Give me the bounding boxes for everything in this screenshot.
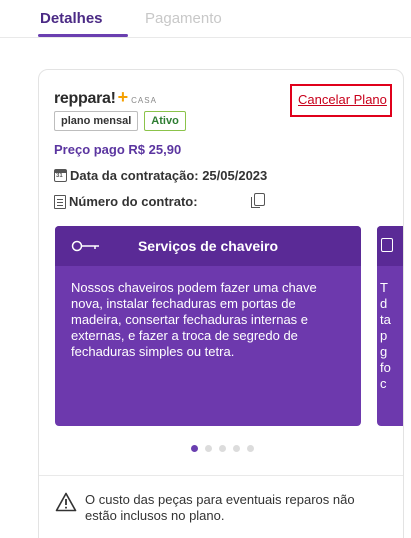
appliance-icon [381,238,393,252]
notice-text: O custo das peças para eventuais reparos… [85,492,355,523]
document-icon [54,194,66,209]
carousel-dot[interactable] [247,445,254,452]
cancel-plan-link[interactable]: Cancelar Plano [298,92,387,107]
slide-description: Nossos chaveiros podem fazer uma chave n… [71,280,317,359]
services-carousel[interactable]: Serviços de chaveiro Nossos chaveiros po… [55,226,403,426]
carousel-dot[interactable] [219,445,226,452]
key-icon [71,240,99,252]
contract-number-value [197,195,250,208]
plan-type-badge: plano mensal [54,111,139,131]
carousel-pagination [191,445,254,452]
copy-icon[interactable] [250,193,265,208]
contract-number-label: Número do contrato: [69,194,198,209]
brand-name: reppara! [54,90,116,107]
contract-date: Data da contratação: 25/05/2023 [70,168,268,183]
plan-card: reppara! + CASA Cancelar Plano plano men… [38,69,404,538]
brand-plus: + [117,87,129,107]
service-slide[interactable]: Serviços de chaveiro Nossos chaveiros po… [55,226,361,426]
contract-number-row: Número do contrato: [54,193,265,209]
slide-description-partial: T d ta p g fo c [380,280,391,391]
tabs-divider [0,37,411,38]
tab-payment[interactable]: Pagamento [145,10,222,27]
status-badge: Ativo [144,111,186,131]
tab-bar: Detalhes Pagamento [0,0,411,40]
notice: O custo das peças para eventuais reparos… [55,492,385,524]
cancel-highlight-box: Cancelar Plano [290,84,392,117]
contract-date-row: 31 Data da contratação: 25/05/2023 [54,168,267,183]
plan-badges: plano mensal Ativo [54,111,186,131]
card-divider [39,475,403,476]
tab-details[interactable]: Detalhes [40,10,103,27]
brand-sub: CASA [131,96,157,105]
slide-header: Serviços de chaveiro [55,226,361,266]
price-paid: Preço pago R$ 25,90 [54,142,182,157]
carousel-dot[interactable] [233,445,240,452]
service-slide-next[interactable]: T d ta p g fo c [377,226,403,426]
carousel-dot[interactable] [205,445,212,452]
warning-icon [55,492,77,512]
calendar-icon: 31 [54,169,67,182]
carousel-dot[interactable] [191,445,198,452]
brand-logo: reppara! + CASA [54,88,157,108]
